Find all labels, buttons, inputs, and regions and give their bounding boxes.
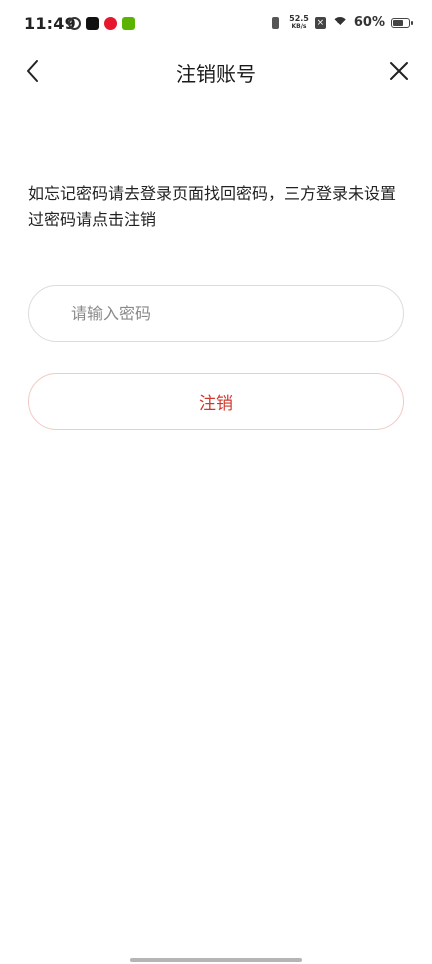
wifi-icon — [331, 16, 348, 29]
cancel-account-button-label: 注销 — [199, 394, 233, 414]
battery-icon — [391, 17, 413, 28]
hint-text: 如忘记密码请去登录页面找回密码，三方登录未设置过密码请点击注销 — [28, 184, 397, 229]
vibrate-icon — [269, 16, 283, 30]
network-speed-unit: KB/s — [291, 23, 307, 30]
network-speed: 52.5 KB/s — [289, 14, 309, 31]
navigation-bar: 注销账号 — [0, 50, 432, 92]
network-speed-value: 52.5 — [289, 14, 309, 23]
tiktok-icon — [86, 17, 99, 30]
cancel-account-button[interactable]: 注销 — [28, 373, 404, 430]
game-icon — [122, 17, 135, 30]
home-indicator[interactable] — [130, 958, 302, 962]
notification-icons — [68, 17, 135, 30]
cloud-icon — [68, 17, 81, 30]
password-field[interactable] — [28, 285, 404, 342]
status-bar: 11:49 52.5 KB/s × 60% — [0, 0, 432, 50]
weibo-icon — [104, 17, 117, 30]
close-icon — [390, 62, 408, 80]
battery-percent: 60% — [353, 15, 385, 30]
password-input[interactable] — [29, 286, 403, 341]
close-button[interactable] — [384, 56, 414, 86]
no-sim-icon: × — [314, 16, 326, 29]
status-right: 52.5 KB/s × 60% — [269, 14, 413, 31]
page-title: 注销账号 — [176, 62, 256, 86]
